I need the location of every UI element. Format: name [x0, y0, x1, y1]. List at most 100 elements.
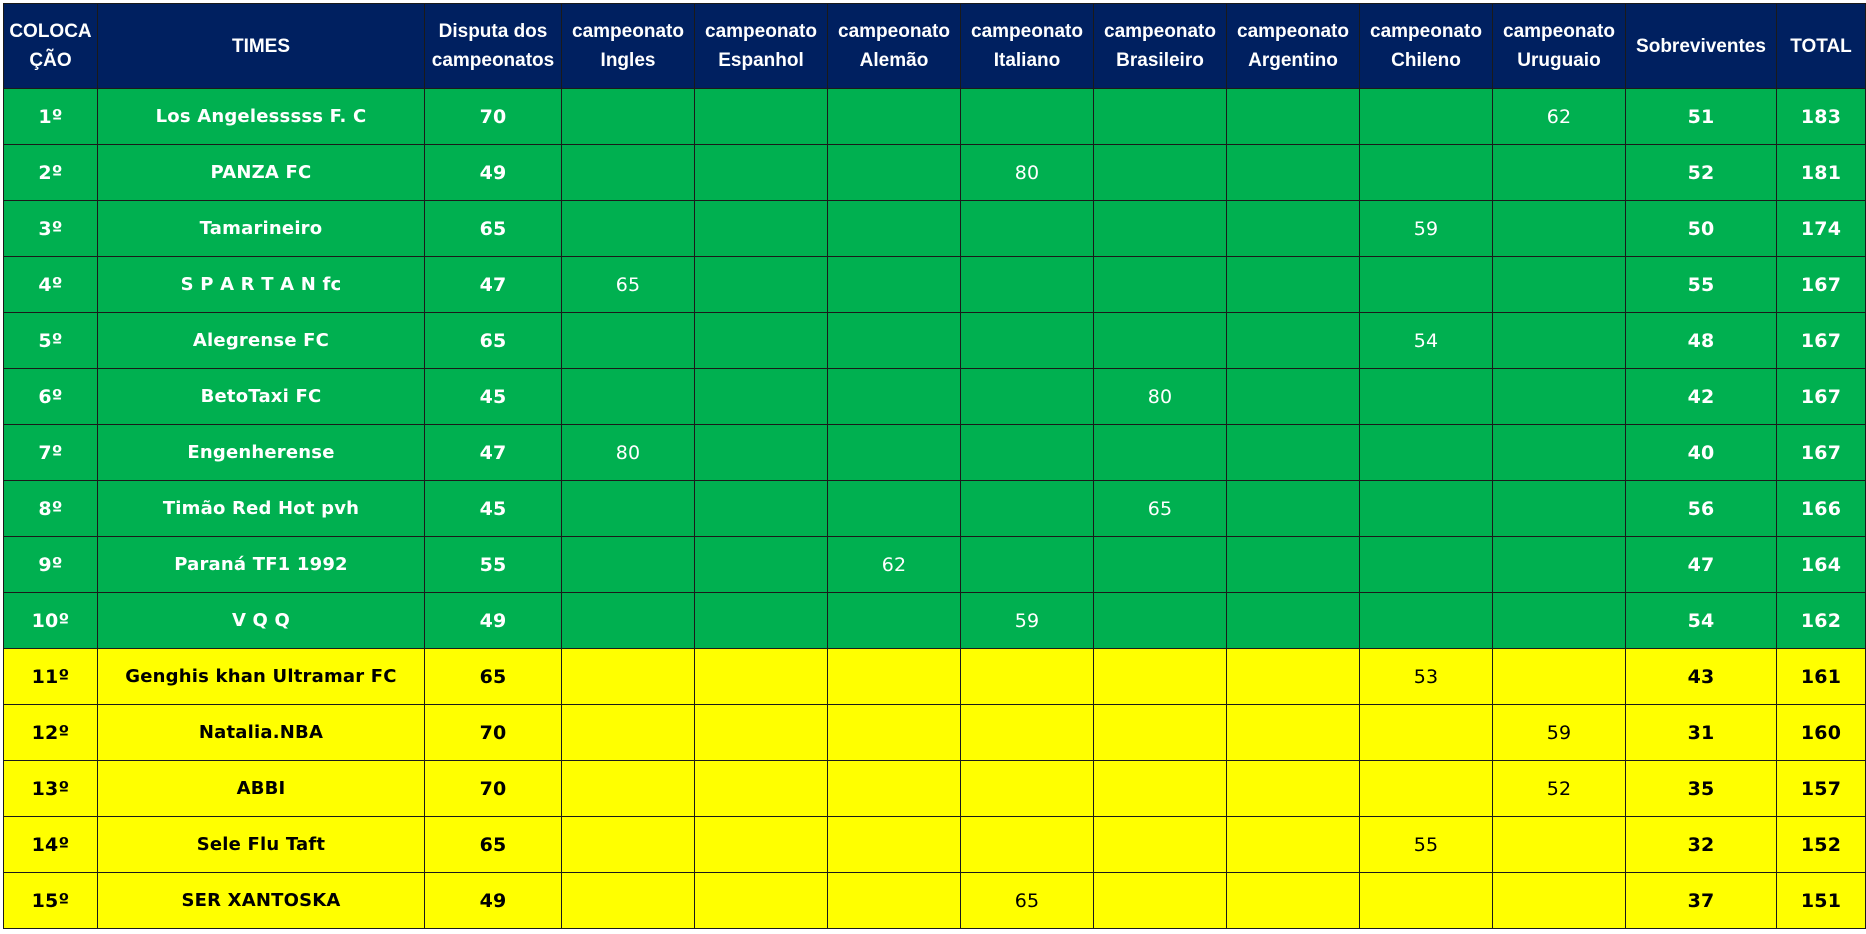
chileno-cell[interactable] [1359, 704, 1493, 761]
argentino-cell[interactable] [1226, 760, 1360, 817]
header-brasileiro[interactable]: campeonato Brasileiro [1093, 3, 1227, 89]
italiano-cell[interactable] [960, 368, 1094, 425]
total-cell[interactable]: 162 [1776, 592, 1866, 649]
argentino-cell[interactable] [1226, 592, 1360, 649]
header-colocacao[interactable]: COLOCA ÇÃO [3, 3, 98, 89]
position-cell[interactable]: 12º [3, 704, 98, 761]
brasileiro-cell[interactable]: 65 [1093, 480, 1227, 537]
disputa-cell[interactable]: 55 [424, 536, 562, 593]
header-italiano[interactable]: campeonato Italiano [960, 3, 1094, 89]
disputa-cell[interactable]: 45 [424, 480, 562, 537]
sobreviventes-cell[interactable]: 51 [1625, 88, 1777, 145]
chileno-cell[interactable]: 54 [1359, 312, 1493, 369]
sobreviventes-cell[interactable]: 37 [1625, 872, 1777, 929]
chileno-cell[interactable] [1359, 368, 1493, 425]
uruguaio-cell[interactable] [1492, 312, 1626, 369]
argentino-cell[interactable] [1226, 312, 1360, 369]
argentino-cell[interactable] [1226, 480, 1360, 537]
disputa-cell[interactable]: 49 [424, 592, 562, 649]
brasileiro-cell[interactable] [1093, 536, 1227, 593]
header-total[interactable]: TOTAL [1776, 3, 1866, 89]
disputa-cell[interactable]: 49 [424, 144, 562, 201]
brasileiro-cell[interactable] [1093, 312, 1227, 369]
brasileiro-cell[interactable] [1093, 424, 1227, 481]
position-cell[interactable]: 10º [3, 592, 98, 649]
italiano-cell[interactable]: 59 [960, 592, 1094, 649]
argentino-cell[interactable] [1226, 256, 1360, 313]
position-cell[interactable]: 3º [3, 200, 98, 257]
ingles-cell[interactable]: 65 [561, 256, 695, 313]
chileno-cell[interactable] [1359, 760, 1493, 817]
uruguaio-cell[interactable] [1492, 144, 1626, 201]
brasileiro-cell[interactable] [1093, 200, 1227, 257]
sobreviventes-cell[interactable]: 47 [1625, 536, 1777, 593]
sobreviventes-cell[interactable]: 32 [1625, 816, 1777, 873]
total-cell[interactable]: 164 [1776, 536, 1866, 593]
disputa-cell[interactable]: 47 [424, 256, 562, 313]
ingles-cell[interactable] [561, 88, 695, 145]
espanhol-cell[interactable] [694, 424, 828, 481]
argentino-cell[interactable] [1226, 704, 1360, 761]
brasileiro-cell[interactable] [1093, 872, 1227, 929]
italiano-cell[interactable] [960, 648, 1094, 705]
sobreviventes-cell[interactable]: 31 [1625, 704, 1777, 761]
espanhol-cell[interactable] [694, 592, 828, 649]
uruguaio-cell[interactable] [1492, 368, 1626, 425]
alemao-cell[interactable] [827, 312, 961, 369]
ingles-cell[interactable] [561, 872, 695, 929]
chileno-cell[interactable] [1359, 256, 1493, 313]
total-cell[interactable]: 181 [1776, 144, 1866, 201]
header-ingles[interactable]: campeonato Ingles [561, 3, 695, 89]
position-cell[interactable]: 7º [3, 424, 98, 481]
disputa-cell[interactable]: 65 [424, 648, 562, 705]
ingles-cell[interactable] [561, 200, 695, 257]
alemao-cell[interactable] [827, 144, 961, 201]
header-argentino[interactable]: campeonato Argentino [1226, 3, 1360, 89]
italiano-cell[interactable] [960, 200, 1094, 257]
chileno-cell[interactable]: 53 [1359, 648, 1493, 705]
italiano-cell[interactable] [960, 480, 1094, 537]
espanhol-cell[interactable] [694, 760, 828, 817]
sobreviventes-cell[interactable]: 48 [1625, 312, 1777, 369]
sobreviventes-cell[interactable]: 50 [1625, 200, 1777, 257]
brasileiro-cell[interactable] [1093, 88, 1227, 145]
alemao-cell[interactable] [827, 256, 961, 313]
sobreviventes-cell[interactable]: 52 [1625, 144, 1777, 201]
sobreviventes-cell[interactable]: 43 [1625, 648, 1777, 705]
espanhol-cell[interactable] [694, 256, 828, 313]
alemao-cell[interactable] [827, 480, 961, 537]
brasileiro-cell[interactable]: 80 [1093, 368, 1227, 425]
team-name-cell[interactable]: Paraná TF1 1992 [97, 536, 425, 593]
uruguaio-cell[interactable] [1492, 200, 1626, 257]
espanhol-cell[interactable] [694, 704, 828, 761]
italiano-cell[interactable] [960, 536, 1094, 593]
argentino-cell[interactable] [1226, 424, 1360, 481]
ingles-cell[interactable] [561, 536, 695, 593]
team-name-cell[interactable]: Los Angelesssss F. C [97, 88, 425, 145]
team-name-cell[interactable]: Sele Flu Taft [97, 816, 425, 873]
sobreviventes-cell[interactable]: 54 [1625, 592, 1777, 649]
espanhol-cell[interactable] [694, 144, 828, 201]
chileno-cell[interactable] [1359, 424, 1493, 481]
chileno-cell[interactable] [1359, 144, 1493, 201]
espanhol-cell[interactable] [694, 480, 828, 537]
team-name-cell[interactable]: BetoTaxi FC [97, 368, 425, 425]
team-name-cell[interactable]: Alegrense FC [97, 312, 425, 369]
uruguaio-cell[interactable] [1492, 872, 1626, 929]
sobreviventes-cell[interactable]: 42 [1625, 368, 1777, 425]
ingles-cell[interactable] [561, 312, 695, 369]
italiano-cell[interactable] [960, 424, 1094, 481]
disputa-cell[interactable]: 65 [424, 312, 562, 369]
header-alemao[interactable]: campeonato Alemão [827, 3, 961, 89]
total-cell[interactable]: 183 [1776, 88, 1866, 145]
italiano-cell[interactable]: 80 [960, 144, 1094, 201]
espanhol-cell[interactable] [694, 312, 828, 369]
chileno-cell[interactable] [1359, 88, 1493, 145]
italiano-cell[interactable] [960, 256, 1094, 313]
alemao-cell[interactable] [827, 760, 961, 817]
chileno-cell[interactable] [1359, 872, 1493, 929]
alemao-cell[interactable] [827, 424, 961, 481]
espanhol-cell[interactable] [694, 368, 828, 425]
espanhol-cell[interactable] [694, 200, 828, 257]
total-cell[interactable]: 161 [1776, 648, 1866, 705]
